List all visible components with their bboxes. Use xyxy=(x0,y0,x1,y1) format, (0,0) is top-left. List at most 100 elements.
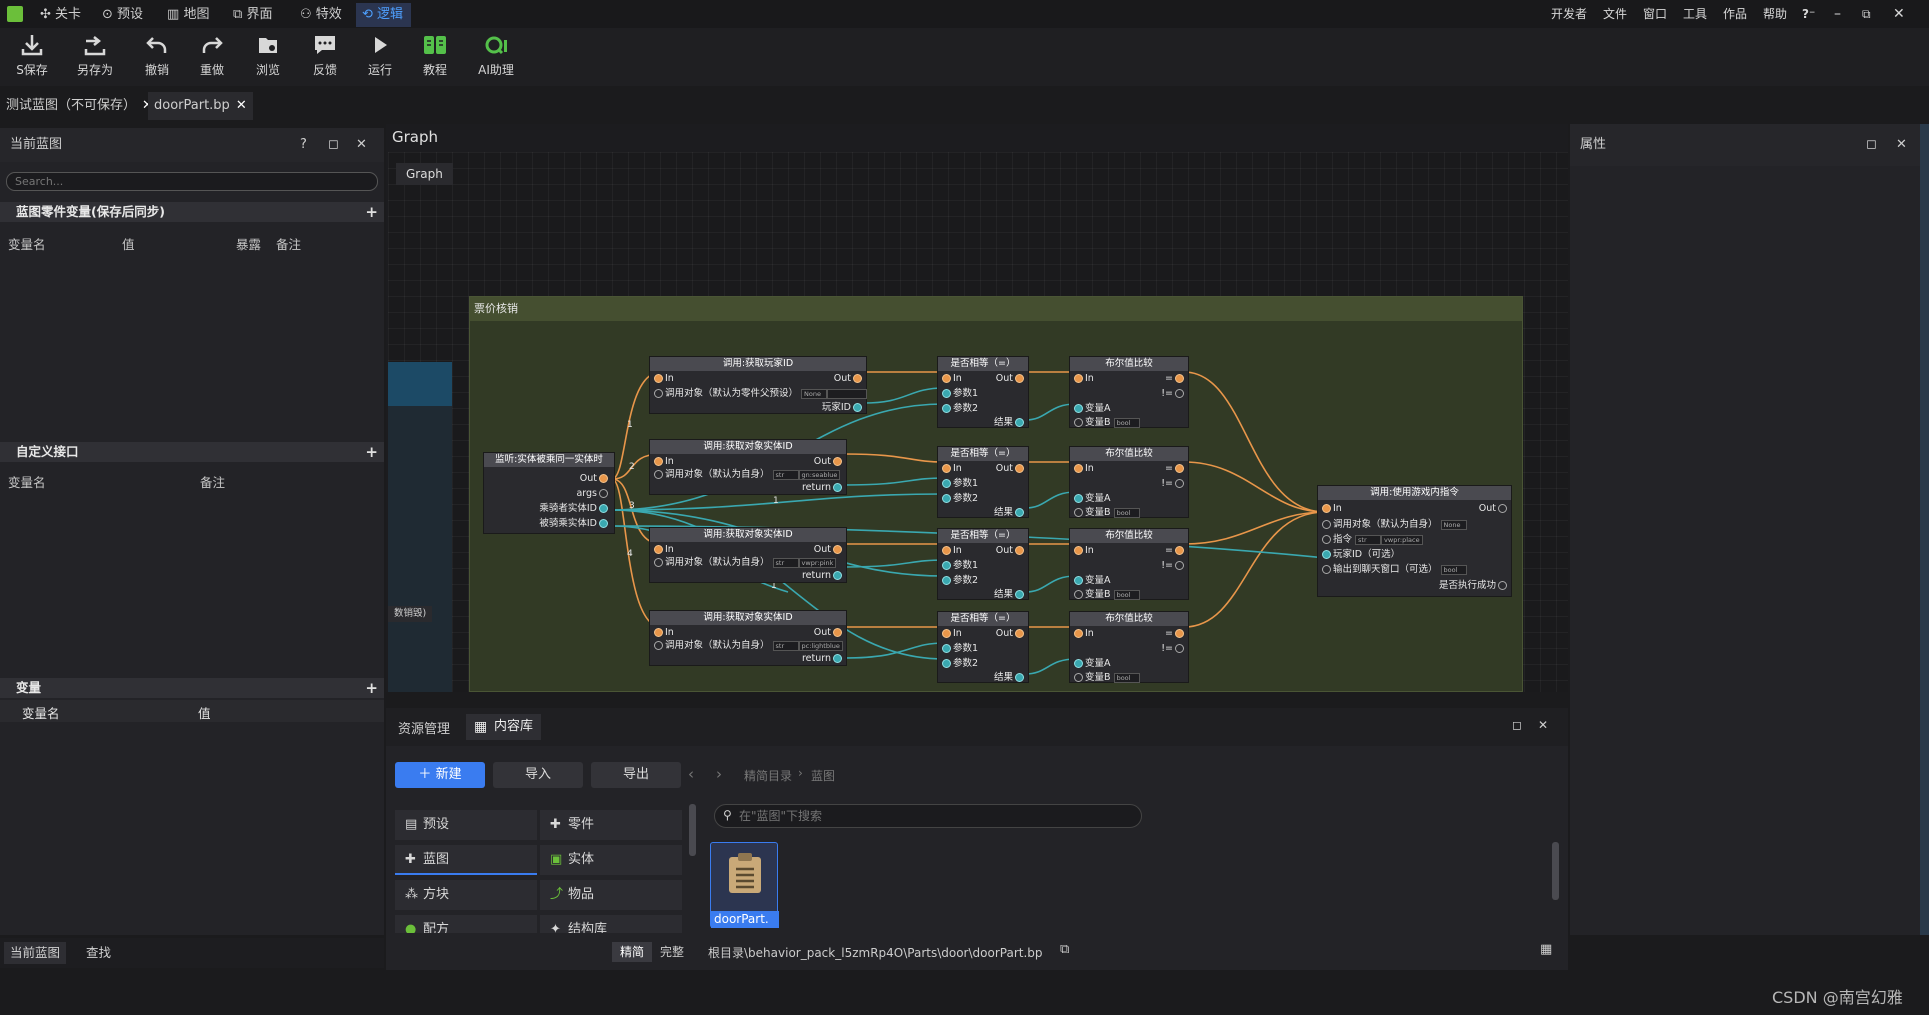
doc-tab-doorpart[interactable]: doorPart.bp ✕ xyxy=(148,92,253,120)
get-entity-id-node[interactable]: 调用:获取对象实体ID In Out 调用对象（默认为自身） str gn:sea… xyxy=(649,439,847,495)
pin-equal[interactable]: = xyxy=(1165,545,1186,556)
bool-compare-node[interactable]: 布尔值比较 In = != 变量A 变量B bool xyxy=(1069,611,1189,683)
close-icon[interactable]: ✕ xyxy=(1538,718,1548,732)
pin-result[interactable]: 结果 xyxy=(994,507,1026,518)
pin-in[interactable]: In xyxy=(652,373,674,384)
category-blueprint[interactable]: ✚ 蓝图 xyxy=(395,845,537,875)
import-button[interactable]: 导入 xyxy=(493,762,583,788)
pin-not-equal[interactable]: != xyxy=(1161,388,1186,399)
bool-compare-node[interactable]: 布尔值比较 In = != 变量A 变量B bool xyxy=(1069,356,1189,428)
close-window-icon[interactable]: ✕ xyxy=(1893,0,1905,28)
pin-rider-id[interactable]: 乘骑者实体ID xyxy=(539,503,610,514)
pin-in[interactable]: In xyxy=(1072,545,1094,556)
pin-target[interactable]: 调用对象（默认为零件父预设） None xyxy=(652,388,868,399)
content-search-input[interactable] xyxy=(739,807,1129,825)
pin-param1[interactable]: 参数1 xyxy=(940,643,978,654)
pin-ridden-id[interactable]: 被骑乘实体ID xyxy=(539,518,610,529)
maximize-icon[interactable]: ◻ xyxy=(1512,718,1522,732)
redo-button[interactable]: 重做 xyxy=(187,32,237,78)
equals-node[interactable]: 是否相等（=） In Out 参数1 参数2 结果 xyxy=(937,611,1029,683)
pin-out[interactable]: Out xyxy=(814,544,844,555)
category-preset[interactable]: ▤ 预设 xyxy=(395,810,537,840)
file-tile-doorpart[interactable]: doorPart. xyxy=(710,842,779,928)
menu-window[interactable]: 窗口 xyxy=(1643,0,1667,28)
pin-param2[interactable]: 参数2 xyxy=(940,658,978,669)
menu-tab-effects[interactable]: ⚇ 特效 xyxy=(294,3,350,27)
pin-return[interactable]: return xyxy=(802,570,844,581)
pin-var-a[interactable]: 变量A xyxy=(1072,575,1111,586)
pin-result[interactable]: 结果 xyxy=(994,417,1026,428)
pin-param1[interactable]: 参数1 xyxy=(940,560,978,571)
pin-in[interactable]: In xyxy=(1072,373,1094,384)
close-icon[interactable]: ✕ xyxy=(1896,124,1907,166)
pin-in[interactable]: In xyxy=(940,628,962,639)
equals-node[interactable]: 是否相等（=） In Out 参数1 参数2 结果 xyxy=(937,356,1029,428)
export-button[interactable]: 导出 xyxy=(591,762,681,788)
category-block[interactable]: ⁂ 方块 xyxy=(395,880,537,910)
pin-in[interactable]: In xyxy=(940,463,962,474)
forward-icon[interactable]: › xyxy=(716,765,722,783)
pin-param2[interactable]: 参数2 xyxy=(940,493,978,504)
pin-target[interactable]: 调用对象（默认为自身） None xyxy=(1320,519,1467,530)
bool-select[interactable]: bool xyxy=(1113,507,1140,518)
pin-return[interactable]: return xyxy=(802,482,844,493)
pin-not-equal[interactable]: != xyxy=(1161,560,1186,571)
bool-select[interactable]: bool xyxy=(1113,417,1140,428)
pin-player-id[interactable]: 玩家ID xyxy=(822,402,864,413)
pin-not-equal[interactable]: != xyxy=(1161,643,1186,654)
pin-var-a[interactable]: 变量A xyxy=(1072,493,1111,504)
menu-tools[interactable]: 工具 xyxy=(1683,0,1707,28)
menu-tab-level[interactable]: ✣ 关卡 xyxy=(34,3,89,27)
view-grid-icon[interactable]: ▦ xyxy=(1540,942,1552,957)
target-value-field[interactable] xyxy=(827,388,868,399)
back-icon[interactable]: ‹ xyxy=(688,765,694,783)
type-select[interactable]: str xyxy=(772,557,799,568)
menu-works[interactable]: 作品 xyxy=(1723,0,1747,28)
target-value-select[interactable]: None xyxy=(801,388,828,399)
pin-param2[interactable]: 参数2 xyxy=(940,403,978,414)
pin-in[interactable]: In xyxy=(940,545,962,556)
blueprint-search-input[interactable] xyxy=(6,172,378,191)
category-recipe[interactable]: ● 配方 xyxy=(395,915,537,933)
equals-node[interactable]: 是否相等（=） In Out 参数1 参数2 结果 xyxy=(937,528,1029,600)
add-interface-icon[interactable]: + xyxy=(365,442,378,462)
value-field[interactable]: gn:seablue xyxy=(798,469,841,480)
pin-var-b[interactable]: 变量B bool xyxy=(1072,507,1140,518)
type-select[interactable]: str xyxy=(1355,534,1382,545)
run-command-node[interactable]: 调用:使用游戏内指令 In Out 调用对象（默认为自身） None 指令 st… xyxy=(1317,485,1512,597)
mode-compact-button[interactable]: 精简 xyxy=(612,942,653,962)
pin-out[interactable]: Out xyxy=(814,456,844,467)
close-icon[interactable]: ✕ xyxy=(356,128,367,162)
pin-var-a[interactable]: 变量A xyxy=(1072,403,1111,414)
get-player-id-node[interactable]: 调用:获取玩家ID In Out 调用对象（默认为零件父预设） None 玩家I… xyxy=(649,356,868,414)
minimize-icon[interactable]: – xyxy=(1834,0,1841,28)
content-search-box[interactable]: ⚲ xyxy=(714,804,1142,828)
undo-button[interactable]: 撤销 xyxy=(132,32,182,78)
pin-equal[interactable]: = xyxy=(1165,628,1186,639)
pin-result[interactable]: 结果 xyxy=(994,589,1026,600)
pin-param2[interactable]: 参数2 xyxy=(940,575,978,586)
graph-canvas[interactable]: Graph 数销毁) 票价核销 1 2 3 4 1 1 监听:实体被乘同一实体时… xyxy=(388,152,1568,692)
pin-out[interactable]: Out xyxy=(1479,503,1509,514)
help-query-icon[interactable]: ?⁻ xyxy=(1802,0,1815,28)
save-as-button[interactable]: 另存为 xyxy=(70,32,120,78)
category-part[interactable]: ✚ 零件 xyxy=(540,810,682,840)
category-item[interactable]: ⤴ 物品 xyxy=(540,880,682,910)
bool-select[interactable]: bool xyxy=(1113,672,1140,683)
pin-args[interactable]: args xyxy=(576,488,610,499)
pin-target[interactable]: 调用对象（默认为自身） str pc:lightblue xyxy=(652,640,843,651)
pin-out[interactable]: Out xyxy=(580,473,610,484)
feedback-button[interactable]: 反馈 xyxy=(300,32,350,78)
pin-command[interactable]: 指令 str vwpr:place xyxy=(1320,534,1423,545)
maximize-icon[interactable]: ◻ xyxy=(1866,124,1877,166)
menu-tab-logic[interactable]: ⟲ 逻辑 xyxy=(356,3,412,27)
pin-equal[interactable]: = xyxy=(1165,463,1186,474)
bool-compare-node[interactable]: 布尔值比较 In = != 变量A 变量B bool xyxy=(1069,446,1189,518)
value-field[interactable]: pc:lightblue xyxy=(798,640,843,651)
pin-out[interactable]: Out xyxy=(996,463,1026,474)
type-select[interactable]: str xyxy=(772,469,799,480)
equals-node[interactable]: 是否相等（=） In Out 参数1 参数2 结果 xyxy=(937,446,1029,518)
pin-var-b[interactable]: 变量B bool xyxy=(1072,417,1140,428)
run-button[interactable]: 运行 xyxy=(355,32,405,78)
bool-select[interactable]: bool xyxy=(1113,589,1140,600)
